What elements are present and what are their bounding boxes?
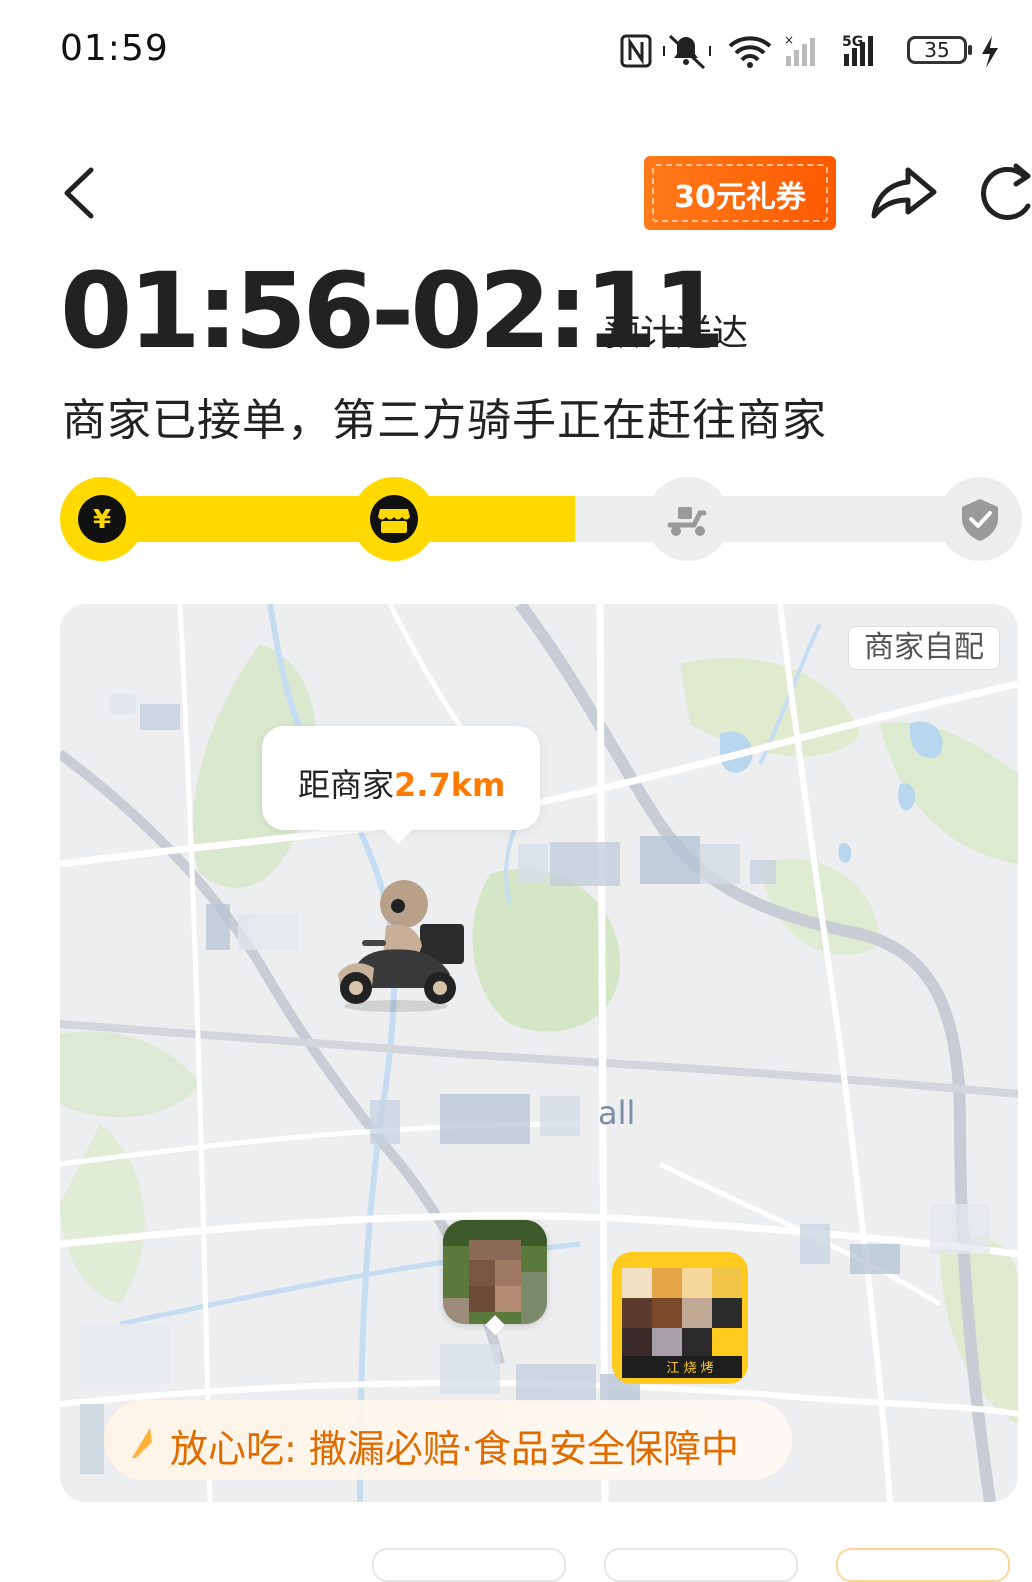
step-paid: ¥ bbox=[60, 477, 144, 561]
refresh-icon bbox=[981, 163, 1031, 220]
self-delivery-tag: 商家自配 bbox=[848, 626, 1000, 670]
map-canvas bbox=[60, 604, 1018, 1502]
order-status-message: 商家已接单，第三方骑手正在赶往商家 bbox=[62, 395, 827, 446]
merchant-sign-text: 江 烧 烤 bbox=[666, 1361, 713, 1376]
share-icon bbox=[871, 167, 937, 219]
signal-5g-icon: 5G bbox=[842, 34, 873, 66]
rider-marker[interactable] bbox=[326, 870, 472, 1016]
chevron-left-icon bbox=[64, 167, 94, 219]
distance-prefix: 距商家 bbox=[298, 766, 395, 804]
bottom-action-chip[interactable] bbox=[372, 1548, 566, 1582]
eta-suffix: 预计送达 bbox=[604, 313, 749, 354]
merchant-marker[interactable]: 江 烧 烤 bbox=[612, 1252, 748, 1384]
coupon-button[interactable]: 30元礼券 bbox=[644, 156, 836, 230]
scooter-icon bbox=[664, 495, 712, 543]
charging-icon bbox=[982, 36, 998, 68]
destination-marker[interactable] bbox=[443, 1220, 547, 1324]
wifi-icon bbox=[728, 36, 772, 68]
step-merchant bbox=[352, 477, 436, 561]
merchant-logo-icon: 江 烧 烤 bbox=[612, 1252, 748, 1384]
step-delivered bbox=[938, 477, 1022, 561]
signal-icon: × bbox=[784, 33, 815, 66]
delivery-map[interactable] bbox=[60, 604, 1018, 1502]
battery-icon: 35 bbox=[907, 36, 967, 64]
yen-icon: ¥ bbox=[78, 495, 126, 543]
check-icon bbox=[956, 495, 1004, 543]
shop-icon bbox=[370, 495, 418, 543]
food-safety-banner[interactable]: 放心吃: 撒漏必赔·食品安全保障中 bbox=[104, 1400, 792, 1480]
distance-value: 2.7km bbox=[394, 766, 506, 804]
bottom-action-chip[interactable] bbox=[836, 1548, 1010, 1582]
assurance-icon bbox=[132, 1428, 152, 1458]
rider-distance-bubble: 距商家2.7km bbox=[262, 726, 540, 830]
step-delivering bbox=[646, 477, 730, 561]
svg-text:¥: ¥ bbox=[93, 505, 111, 535]
bubble-tail bbox=[382, 828, 414, 844]
nfc-icon bbox=[620, 34, 652, 68]
food-safety-text: 放心吃: 撒漏必赔·食品安全保障中 bbox=[170, 1427, 739, 1471]
rider-distance-text: 距商家2.7km bbox=[298, 760, 505, 806]
coupon-label: 30元礼券 bbox=[674, 180, 806, 215]
poi-label: all bbox=[598, 1094, 636, 1132]
battery-cap bbox=[968, 45, 972, 55]
share-button[interactable] bbox=[868, 158, 940, 228]
mute-icon bbox=[663, 34, 711, 70]
avatar bbox=[443, 1220, 547, 1324]
rider-scooter-icon bbox=[338, 880, 464, 1012]
back-button[interactable] bbox=[55, 160, 115, 226]
bottom-action-chip[interactable] bbox=[604, 1548, 798, 1582]
refresh-button[interactable] bbox=[972, 160, 1032, 226]
status-time: 01:59 bbox=[60, 28, 169, 69]
svg-text:×: × bbox=[784, 33, 794, 47]
